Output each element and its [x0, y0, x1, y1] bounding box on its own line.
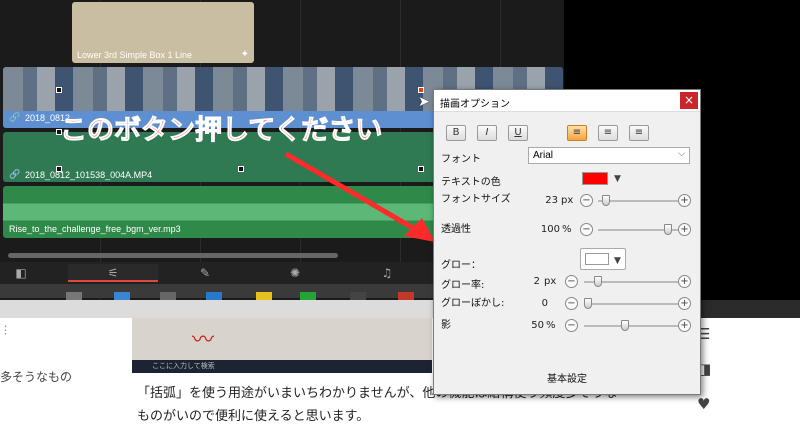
- opacity-increase-button[interactable]: +: [678, 223, 691, 236]
- resize-handle[interactable]: [56, 166, 62, 172]
- taskbar-icon[interactable]: [206, 292, 222, 300]
- glow-blur-label: グローぼかし:: [441, 298, 505, 309]
- dialog-titlebar[interactable]: 描画オプション ×: [434, 90, 700, 112]
- resize-handle[interactable]: [418, 87, 424, 93]
- preview-zoom-bar[interactable]: [700, 300, 800, 318]
- text-color-swatch[interactable]: [582, 172, 608, 185]
- overlay-clip-label: 2018_0812_101538_004A.MP4: [25, 170, 153, 180]
- chevron-down-icon: ⌵: [678, 149, 685, 159]
- font-size-slider-thumb[interactable]: [602, 195, 610, 206]
- font-size-slider-track[interactable]: [598, 200, 678, 202]
- article-snippet: ︙: [0, 324, 11, 337]
- screenshot-search-text: ここに入力して検索: [152, 362, 215, 370]
- taskbar-icon[interactable]: [160, 292, 176, 300]
- glow-rate-label: グロー率:: [441, 280, 485, 291]
- dialog-title: 描画オプション: [440, 99, 510, 110]
- sparkle-icon: ✦: [240, 49, 249, 60]
- glow-rate-value: 2: [533, 276, 540, 287]
- scribble-graphic: 〰: [192, 328, 215, 353]
- glow-blur-slider-thumb[interactable]: [584, 298, 592, 309]
- font-label: フォント: [441, 154, 481, 165]
- taskbar-icon[interactable]: [114, 292, 130, 300]
- font-size-label: フォントサイズ: [441, 194, 511, 205]
- basic-settings-button[interactable]: 基本設定: [434, 370, 700, 385]
- drawing-options-dialog: 描画オプション × B I U ≡ ≡ ≡ フォント Arial ⌵ テキストの…: [433, 89, 701, 395]
- glow-rate-slider-thumb[interactable]: [594, 276, 602, 287]
- taskbar-icon[interactable]: [256, 292, 272, 300]
- mouse-cursor-icon: ➤: [418, 94, 430, 110]
- title-clip[interactable]: Lower 3rd Simple Box 1 Line ✦: [72, 2, 254, 63]
- shadow-slider-thumb[interactable]: [621, 320, 629, 331]
- like-icon[interactable]: ♥: [697, 395, 710, 413]
- shadow-value: 50: [531, 320, 544, 331]
- audio-clip-label: Rise_to_the_challenge_free_bgm_ver.mp3: [9, 224, 181, 234]
- glow-blur-value: 0: [541, 298, 548, 309]
- glow-color-swatch: [585, 253, 609, 265]
- text-color-label: テキストの色: [441, 177, 501, 188]
- glow-rate-increase-button[interactable]: +: [678, 275, 691, 288]
- media-tab-icon[interactable]: ◧: [12, 264, 30, 282]
- font-select[interactable]: Arial ⌵: [528, 147, 690, 164]
- annotation-arrow: [284, 151, 435, 242]
- opacity-label: 透過性: [441, 224, 471, 235]
- align-center-button[interactable]: ≡: [598, 125, 618, 141]
- bold-button[interactable]: B: [446, 125, 466, 141]
- font-size-value: 23: [545, 195, 558, 206]
- italic-button[interactable]: I: [477, 125, 497, 141]
- edit-tab-icon[interactable]: ⚟: [68, 264, 158, 282]
- taskbar-icon[interactable]: [350, 292, 366, 300]
- align-left-button[interactable]: ≡: [567, 125, 587, 141]
- taskbar-icon[interactable]: [398, 292, 414, 300]
- glow-rate-decrease-button[interactable]: −: [565, 275, 578, 288]
- transitions-tab-icon[interactable]: ✺: [286, 264, 304, 282]
- shadow-increase-button[interactable]: +: [678, 319, 691, 332]
- align-right-button[interactable]: ≡: [629, 125, 649, 141]
- opacity-unit: %: [562, 224, 572, 235]
- color-dropdown-icon[interactable]: ▼: [614, 174, 621, 184]
- close-button[interactable]: ×: [680, 92, 698, 109]
- shadow-label: 影: [441, 320, 451, 331]
- shadow-decrease-button[interactable]: −: [565, 319, 578, 332]
- article-paragraph: ものがいので便利に使えると思います。: [137, 409, 370, 424]
- font-size-increase-button[interactable]: +: [678, 194, 691, 207]
- glow-blur-increase-button[interactable]: +: [678, 297, 691, 310]
- glow-blur-decrease-button[interactable]: −: [565, 297, 578, 310]
- opacity-slider-thumb[interactable]: [664, 224, 672, 235]
- link-icon: 🔗: [9, 113, 21, 123]
- shadow-slider-track[interactable]: [584, 325, 678, 327]
- glow-label: グロー：: [441, 260, 481, 271]
- shadow-unit: %: [546, 320, 556, 331]
- opacity-decrease-button[interactable]: −: [580, 223, 593, 236]
- timeline-scrollbar[interactable]: [8, 253, 338, 258]
- effects-tab-icon[interactable]: ✎: [196, 264, 214, 282]
- glow-dropdown-icon[interactable]: ▼: [614, 256, 621, 266]
- screenshot-taskbar: ここに入力して検索: [132, 360, 432, 373]
- link-icon: 🔗: [9, 170, 21, 180]
- opacity-value: 100: [540, 224, 560, 235]
- title-clip-label: Lower 3rd Simple Box 1 Line: [77, 50, 193, 60]
- article-screenshot: 〰 ここに入力して検索: [132, 318, 432, 373]
- glow-blur-slider-track[interactable]: [584, 303, 678, 305]
- underline-button[interactable]: U: [508, 125, 528, 141]
- annotation-text: このボタン押してください: [59, 115, 383, 147]
- resize-handle[interactable]: [238, 166, 244, 172]
- audio-tab-icon[interactable]: ♫: [378, 264, 396, 282]
- taskbar-icon[interactable]: [300, 292, 316, 300]
- resize-handle[interactable]: [56, 87, 62, 93]
- glow-rate-unit: px: [544, 276, 557, 287]
- font-select-value: Arial: [533, 150, 554, 161]
- font-size-unit: px: [561, 195, 574, 206]
- taskbar-icon[interactable]: [66, 292, 82, 300]
- article-left-text: 多そうなもの: [0, 370, 73, 384]
- font-size-decrease-button[interactable]: −: [580, 194, 593, 207]
